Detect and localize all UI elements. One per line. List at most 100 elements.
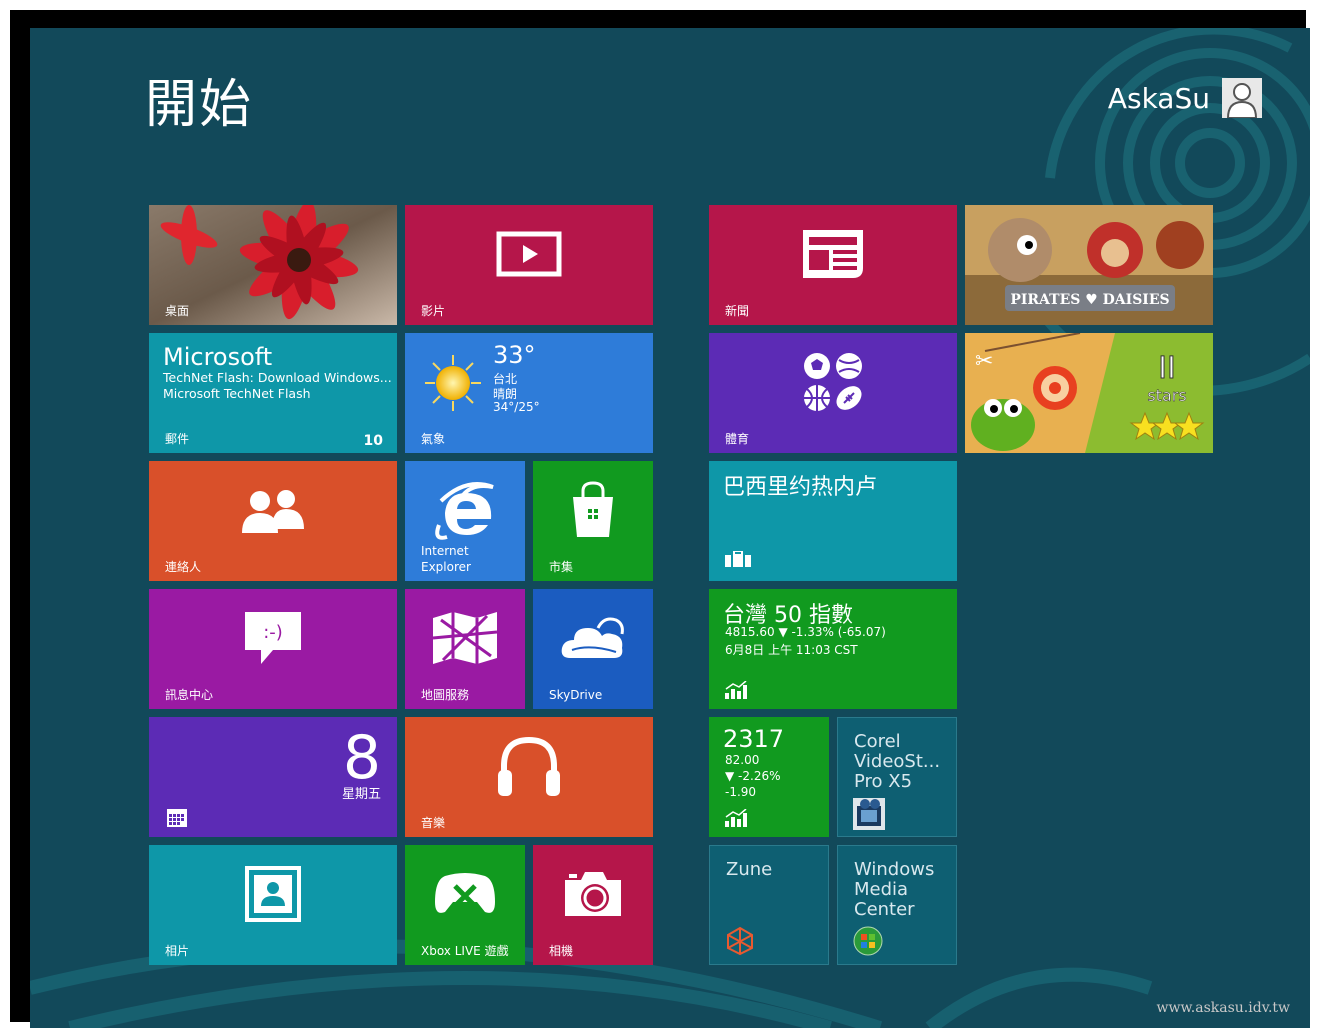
- tile-label: SkyDrive: [549, 688, 603, 702]
- user-account[interactable]: AskaSu: [1108, 78, 1262, 118]
- tile-label: 地圖服務: [421, 688, 470, 702]
- sports-balls-icon: [804, 353, 862, 411]
- tile-label: 新聞: [725, 304, 750, 318]
- tile-label: 體育: [725, 432, 750, 446]
- corel-videostudio-icon: [853, 798, 885, 830]
- cut-the-rope-game-icon: II stars ✂: [965, 333, 1213, 453]
- tile-maps[interactable]: 地圖服務: [405, 589, 525, 709]
- internet-explorer-icon: [435, 482, 494, 540]
- screenshot-frame: 開始 AskaSu 桌面 影片 新聞 PIRATES ♥ DAISIES Mic…: [10, 10, 1310, 1028]
- tile-photos[interactable]: 相片: [149, 845, 397, 965]
- tile-xbox-live-games[interactable]: Xbox LIVE 遊戲: [405, 845, 525, 965]
- unread-count-badge: 10: [363, 433, 383, 449]
- tile-label: 相片: [165, 944, 190, 958]
- game-controller-icon: [435, 873, 495, 913]
- cloud-icon: [561, 617, 624, 658]
- tile-label: 音樂: [421, 816, 446, 830]
- tile-desktop[interactable]: 桌面: [149, 205, 397, 325]
- tile-game-pirates[interactable]: PIRATES ♥ DAISIES: [965, 205, 1213, 325]
- tile-zune[interactable]: Zune: [709, 845, 829, 965]
- tile-travel[interactable]: 巴西里约热内卢: [709, 461, 957, 581]
- user-avatar-icon: [1222, 78, 1262, 118]
- weather-range: 34°/25°: [493, 400, 540, 414]
- media-center-icon: [853, 926, 883, 956]
- tile-camera[interactable]: 相機: [533, 845, 653, 965]
- svg-text:II: II: [1158, 351, 1176, 386]
- app-title: Zune: [726, 859, 773, 880]
- page-title: 開始: [145, 75, 254, 135]
- messaging-icon: :-): [245, 612, 301, 664]
- tile-internet-explorer[interactable]: Internet Explorer: [405, 461, 525, 581]
- tile-label: Xbox LIVE 遊戲: [421, 944, 509, 958]
- app-title: Corel VideoSt... Pro X5: [854, 732, 940, 792]
- app-title-line1: Corel: [854, 731, 901, 752]
- app-title-line2: Media: [854, 879, 909, 900]
- map-icon: [432, 612, 498, 664]
- tile-video[interactable]: 影片: [405, 205, 653, 325]
- finance-timestamp: 6月8日 上午 11:03 CST: [725, 643, 858, 657]
- store-bag-icon: [573, 481, 613, 537]
- chart-trend-icon: [725, 809, 747, 827]
- tile-corel-videostudio[interactable]: Corel VideoSt... Pro X5: [837, 717, 957, 837]
- tile-weather[interactable]: 33° 台北 晴朗 34°/25° 氣象: [405, 333, 653, 453]
- newspaper-icon: [803, 230, 863, 278]
- tile-label: 影片: [421, 304, 446, 318]
- sun-icon: [425, 355, 481, 411]
- stock-change-percent: ▼ -2.26%: [725, 769, 781, 783]
- start-screen: 開始 AskaSu 桌面 影片 新聞 PIRATES ♥ DAISIES Mic…: [30, 28, 1310, 1028]
- watermark: www.askasu.idv.tw: [1156, 1000, 1291, 1016]
- pirates-game-icon: PIRATES ♥ DAISIES: [965, 205, 1213, 325]
- people-icon: [242, 490, 304, 533]
- tile-label: 相機: [549, 944, 574, 958]
- ie-label-line1: Internet: [421, 544, 469, 558]
- tile-label: Internet Explorer: [421, 543, 471, 575]
- svg-text:✂: ✂: [975, 349, 993, 374]
- tile-music[interactable]: 音樂: [405, 717, 653, 837]
- camera-icon: [565, 872, 621, 916]
- stock-symbol: 2317: [723, 725, 785, 753]
- video-play-icon: [496, 231, 562, 277]
- mail-subject: TechNet Flash: Download Windows...: [163, 370, 392, 385]
- tile-sports[interactable]: 體育: [709, 333, 957, 453]
- stock-price: 82.00: [725, 753, 760, 767]
- user-name: AskaSu: [1107, 81, 1210, 115]
- photo-icon: [245, 866, 301, 922]
- app-title-line3: Center: [854, 899, 915, 920]
- tile-skydrive[interactable]: SkyDrive: [533, 589, 653, 709]
- tile-label: 桌面: [165, 304, 190, 318]
- stock-change-value: -1.90: [725, 785, 757, 799]
- headphones-icon: [498, 736, 560, 796]
- tile-news[interactable]: 新聞: [709, 205, 957, 325]
- app-title: Windows Media Center: [854, 860, 934, 920]
- finance-index-value: 4815.60 ▼ -1.33% (-65.07): [725, 625, 886, 639]
- tile-messaging[interactable]: :-) 訊息中心: [149, 589, 397, 709]
- tile-label: 連絡人: [165, 560, 202, 574]
- weather-temperature: 33°: [493, 341, 536, 369]
- chart-trend-icon: [725, 681, 747, 699]
- tile-label: 氣象: [421, 432, 446, 446]
- tile-stock[interactable]: 2317 82.00 ▼ -2.26% -1.90: [709, 717, 829, 837]
- app-title-line3: Pro X5: [854, 771, 913, 792]
- tile-people[interactable]: 連絡人: [149, 461, 397, 581]
- svg-text::-): :-): [263, 622, 283, 643]
- ie-label-line2: Explorer: [421, 560, 471, 574]
- mail-sender: Microsoft: [163, 343, 273, 371]
- svg-text:PIRATES ♥ DAISIES: PIRATES ♥ DAISIES: [1010, 292, 1169, 308]
- tile-finance[interactable]: 台灣 50 指數 4815.60 ▼ -1.33% (-65.07) 6月8日 …: [709, 589, 957, 709]
- calendar-weekday: 星期五: [341, 787, 381, 802]
- app-title-line1: Windows: [854, 859, 935, 880]
- svg-text:stars: stars: [1147, 386, 1186, 405]
- tile-store[interactable]: 市集: [533, 461, 653, 581]
- app-title-line2: VideoSt...: [854, 751, 941, 772]
- travel-headline: 巴西里约热内卢: [723, 475, 878, 500]
- tile-game-cut-the-rope[interactable]: II stars ✂: [965, 333, 1213, 453]
- tile-label: 訊息中心: [165, 688, 214, 702]
- suitcase-icon: [725, 551, 751, 567]
- tile-mail[interactable]: Microsoft TechNet Flash: Download Window…: [149, 333, 397, 453]
- mail-source: Microsoft TechNet Flash: [163, 386, 311, 401]
- tile-windows-media-center[interactable]: Windows Media Center: [837, 845, 957, 965]
- zune-icon: [727, 926, 753, 956]
- tile-calendar[interactable]: 8 星期五: [149, 717, 397, 837]
- tile-label: 市集: [549, 560, 574, 574]
- tile-label: 郵件: [165, 432, 190, 446]
